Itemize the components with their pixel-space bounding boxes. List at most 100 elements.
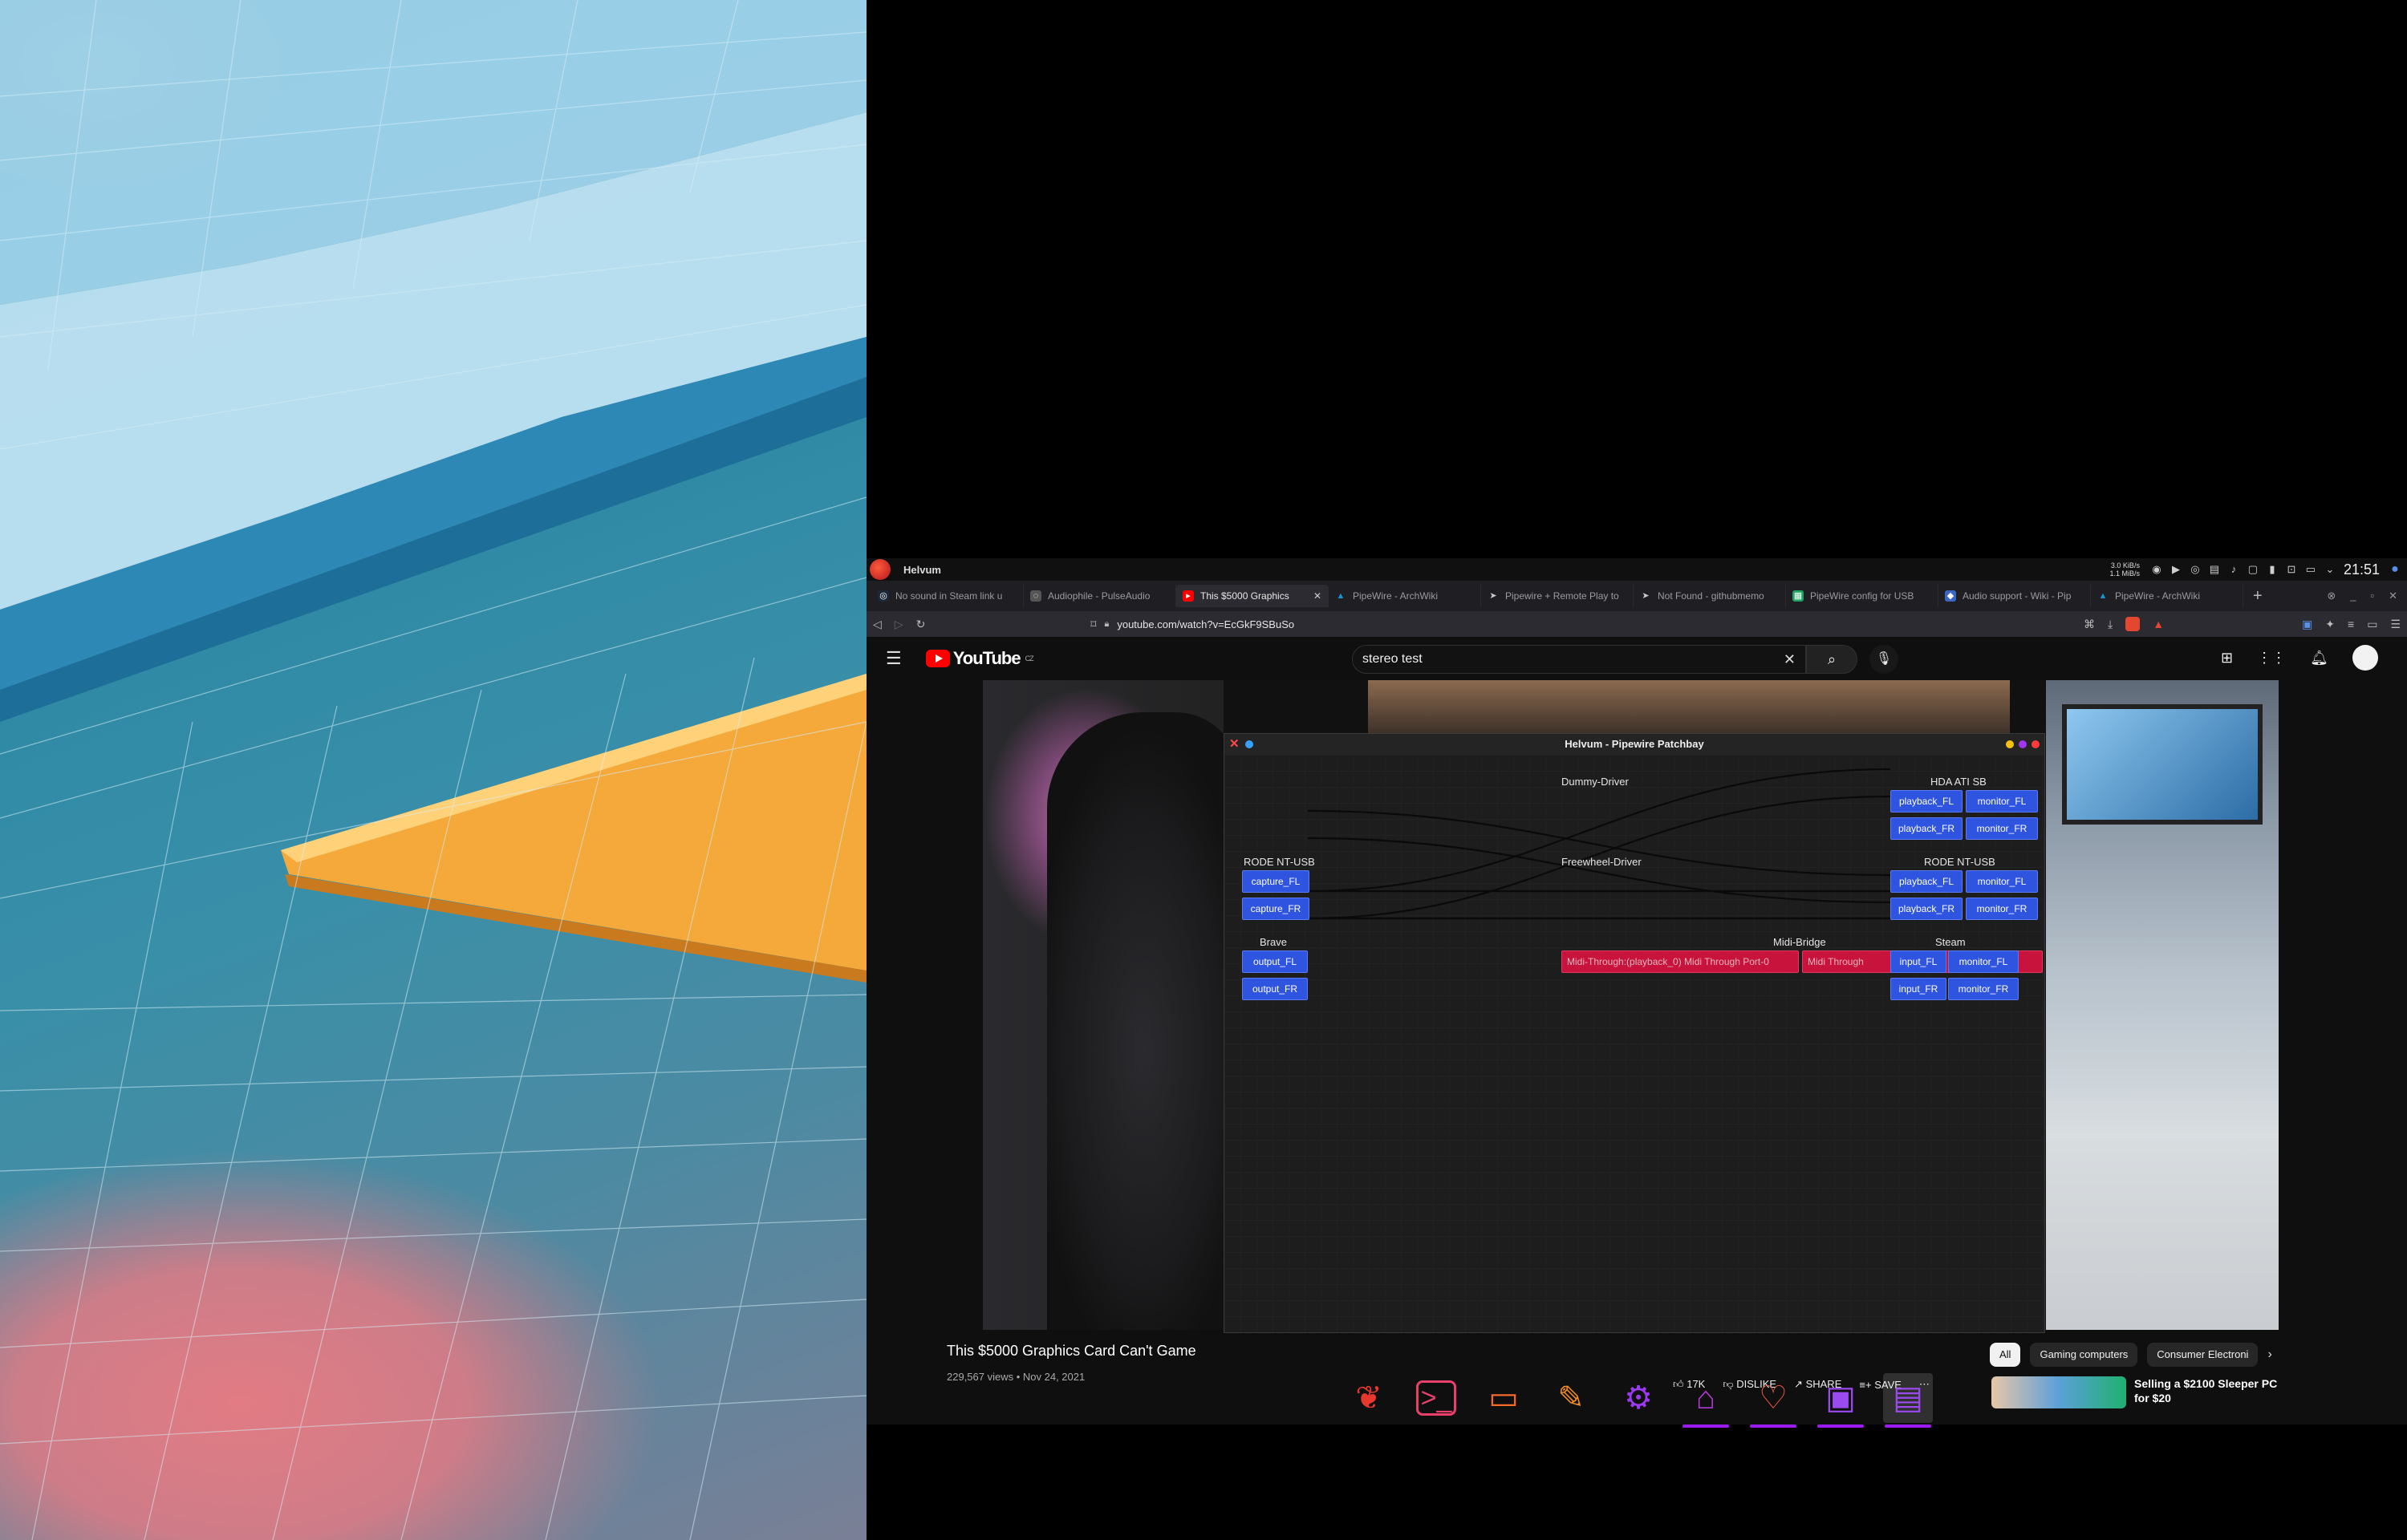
steam-icon: ◎	[878, 590, 889, 602]
extension-icon[interactable]: ▣	[2302, 618, 2312, 631]
dock-image-viewer[interactable]: ▣	[1816, 1373, 1865, 1428]
dock-settings[interactable]: ⚙	[1613, 1373, 1663, 1423]
clear-search-icon[interactable]: ✕	[1784, 651, 1796, 668]
wallet-icon[interactable]: ▭	[2367, 618, 2377, 631]
qr-icon[interactable]: ⌘	[2084, 618, 2095, 631]
helvum-app-icon[interactable]	[870, 559, 891, 580]
hamburger-menu-icon[interactable]: ☰	[886, 648, 902, 669]
port-capture-fr[interactable]: capture_FR	[1242, 898, 1309, 920]
app-dock: ❦ >_ ▭ ✎ ⚙ ⌂ ♡ ▣ ▤	[1344, 1370, 1933, 1428]
chip-gaming-computers[interactable]: Gaming computers	[2030, 1343, 2138, 1367]
forward-icon[interactable]: ▷	[895, 618, 903, 631]
minimize-icon[interactable]: _	[2350, 590, 2356, 602]
clock[interactable]: 21:51	[2344, 561, 2380, 578]
browser-tab-active[interactable]: ▸ This $5000 Graphics ✕	[1176, 585, 1329, 607]
patchbay-canvas[interactable]: HDA ATI SB playback_FL monitor_FL playba…	[1224, 755, 2044, 1332]
port-rode-monitor-fr[interactable]: monitor_FR	[1966, 898, 2038, 920]
close-window-icon[interactable]	[2032, 740, 2040, 748]
download-icon[interactable]: ⤓	[2108, 618, 2113, 631]
dock-helvum[interactable]: ❦	[1344, 1373, 1394, 1423]
tab-search-icon[interactable]: ⊗	[2327, 590, 2336, 602]
port-rode-monitor-fl[interactable]: monitor_FL	[1966, 870, 2038, 893]
port-hda-playback-fr[interactable]: playback_FR	[1890, 817, 1963, 840]
close-window-icon[interactable]: ✕	[2389, 590, 2397, 602]
search-button[interactable]: ⌕	[1806, 645, 1857, 674]
terminal-icon: >_	[1416, 1380, 1456, 1416]
create-video-icon[interactable]: ⊞	[2221, 650, 2233, 667]
port-output-fl[interactable]: output_FL	[1242, 950, 1308, 973]
browser-tab[interactable]: ◌ Audiophile - PulseAudio	[1024, 585, 1176, 607]
minimize-icon[interactable]	[2006, 740, 2014, 748]
chevron-right-icon[interactable]: ›	[2267, 1348, 2271, 1362]
youtube-logo[interactable]: YouTube CZ	[925, 648, 1034, 669]
battery-icon[interactable]: ▮	[2267, 564, 2278, 575]
brave-shield-icon[interactable]	[2125, 617, 2141, 631]
close-tab-icon[interactable]: ✕	[1313, 590, 1321, 602]
video-frame-person	[1047, 712, 1240, 1330]
brave-rewards-icon[interactable]: ▲	[2153, 618, 2164, 630]
avatar[interactable]	[2352, 645, 2378, 671]
dock-heart-app[interactable]: ♡	[1748, 1373, 1798, 1428]
reload-icon[interactable]: ↻	[916, 618, 926, 631]
user-icon[interactable]: ●	[2388, 562, 2402, 577]
browser-tab[interactable]: ▲ PipeWire - ArchWiki	[1329, 585, 1481, 607]
notifications-bell-icon[interactable]: 🔔︎	[2310, 650, 2328, 667]
bookmark-icon[interactable]: ⌑	[1090, 618, 1096, 631]
dock-virtual-machine[interactable]: ▤	[1883, 1373, 1933, 1428]
chevron-down-icon[interactable]: ⌄	[2324, 564, 2336, 575]
port-hda-monitor-fl[interactable]: monitor_FL	[1966, 790, 2038, 813]
dock-files[interactable]: ▭	[1479, 1373, 1528, 1423]
playlist-icon[interactable]: ≡	[2348, 618, 2354, 630]
port-rode-playback-fr[interactable]: playback_FR	[1890, 898, 1963, 920]
port-steam-monitor-fr[interactable]: monitor_FR	[1948, 978, 2019, 1000]
media-play-icon[interactable]: ▶	[2170, 564, 2182, 575]
new-tab-button[interactable]: +	[2253, 587, 2263, 606]
recommended-thumbnail[interactable]	[1991, 1376, 2126, 1408]
url-text[interactable]: youtube.com/watch?v=EcGkF9SBuSo	[1117, 618, 1294, 630]
steam-icon[interactable]: ◎	[2190, 564, 2201, 575]
lock-icon[interactable]: ▢	[2247, 564, 2259, 575]
recommended-video[interactable]: Selling a $2100 Sleeper PC for $20	[1991, 1376, 2295, 1408]
recommended-title[interactable]: Selling a $2100 Sleeper PC for $20	[2134, 1376, 2295, 1408]
dock-text-editor[interactable]: ✎	[1546, 1373, 1596, 1423]
port-rode-playback-fl[interactable]: playback_FL	[1890, 870, 1963, 893]
back-icon[interactable]: ◁	[873, 618, 882, 631]
browser-tab[interactable]: ▦ PipeWire config for USB	[1786, 585, 1938, 607]
port-capture-fl[interactable]: capture_FL	[1242, 870, 1309, 893]
port-output-fr[interactable]: output_FR	[1242, 978, 1308, 1000]
clipboard-icon[interactable]: ▤	[2209, 564, 2220, 575]
port-steam-input-fl[interactable]: input_FL	[1890, 950, 1946, 973]
search-box[interactable]: ✕	[1352, 645, 1806, 674]
volume-icon[interactable]: ♪	[2228, 564, 2239, 575]
maximize-icon[interactable]: ▫	[2370, 590, 2374, 602]
dock-terminal[interactable]: >_	[1411, 1373, 1461, 1423]
node-title-rode-output: RODE NT-USB	[1924, 856, 1995, 868]
dock-store[interactable]: ⌂	[1681, 1373, 1731, 1428]
display-icon[interactable]: ▭	[2305, 564, 2316, 575]
pin-icon[interactable]	[1245, 740, 1253, 748]
search-input[interactable]	[1362, 652, 1784, 667]
close-icon[interactable]: ✕	[1229, 734, 1240, 755]
apps-grid-icon[interactable]: ⋮⋮	[2257, 650, 2286, 667]
network-icon[interactable]: ⊡	[2286, 564, 2297, 575]
browser-tab[interactable]: ➤ Not Found - githubmemo	[1634, 585, 1786, 607]
extensions-puzzle-icon[interactable]: ✦	[2325, 618, 2335, 631]
port-steam-monitor-fl[interactable]: monitor_FL	[1948, 950, 2019, 973]
port-midi-through-0[interactable]: Midi-Through:(playback_0) Midi Through P…	[1561, 950, 1799, 973]
port-hda-monitor-fr[interactable]: monitor_FR	[1966, 817, 2038, 840]
port-hda-playback-fl[interactable]: playback_FL	[1890, 790, 1963, 813]
voice-search-button[interactable]: 🎙︎	[1869, 645, 1898, 674]
maximize-icon[interactable]	[2019, 740, 2027, 748]
port-steam-input-fr[interactable]: input_FR	[1890, 978, 1946, 1000]
browser-tab[interactable]: ➤ Pipewire + Remote Play to	[1481, 585, 1634, 607]
discord-icon[interactable]: ◉	[2151, 564, 2162, 575]
browser-tab[interactable]: ◆ Audio support - Wiki - Pip	[1938, 585, 2091, 607]
site-info-icon[interactable]: 🔒︎	[1104, 619, 1109, 630]
chip-all[interactable]: All	[1990, 1343, 2021, 1367]
browser-tab[interactable]: ▲ PipeWire - ArchWiki	[2091, 585, 2243, 607]
browser-menu-icon[interactable]: ☰	[2390, 618, 2401, 631]
video-frame-monitor	[2062, 704, 2263, 825]
chip-consumer-electronics[interactable]: Consumer Electroni	[2147, 1343, 2259, 1367]
address-bar[interactable]: ⌑ 🔒︎ youtube.com/watch?v=EcGkF9SBuSo	[1090, 614, 2071, 634]
browser-tab[interactable]: ◎ No sound in Steam link u	[871, 585, 1024, 607]
